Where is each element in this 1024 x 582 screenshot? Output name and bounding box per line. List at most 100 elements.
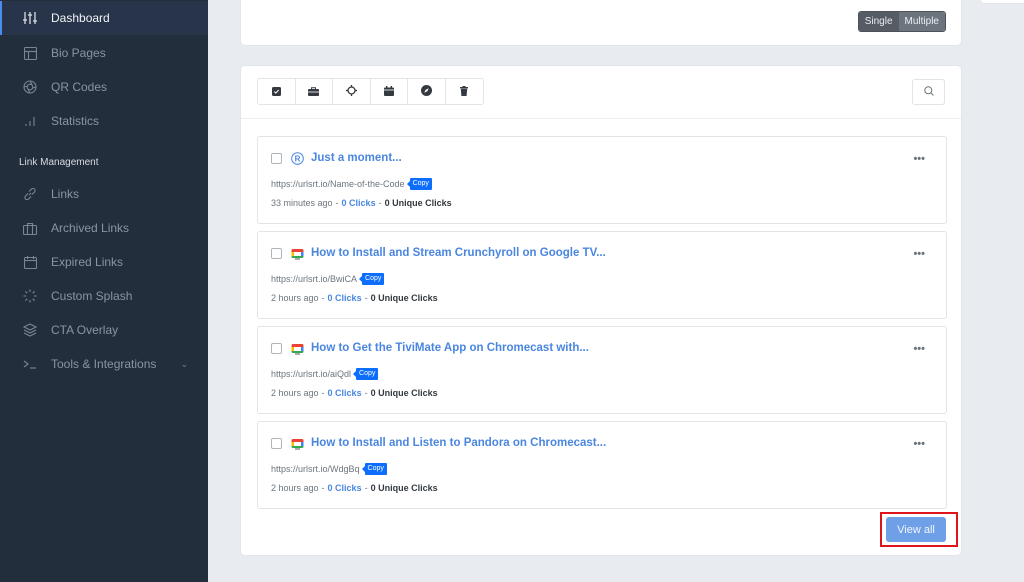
link-title[interactable]: How to Install and Listen to Pandora on … [311, 437, 606, 449]
layout-icon [22, 45, 38, 61]
link-title[interactable]: How to Install and Stream Crunchyroll on… [311, 247, 606, 259]
crosshair-icon [345, 83, 357, 101]
copy-button[interactable]: Copy [352, 368, 379, 380]
multiple-mode-button[interactable]: Multiple [898, 12, 945, 31]
unique-clicks: 0 Unique Clicks [370, 388, 438, 398]
clicks-link[interactable]: 0 Clicks [328, 293, 362, 303]
side-panel-card [980, 0, 1024, 4]
link-stats: 2 hours ago -0 Clicks -0 Unique Clicks [271, 293, 438, 303]
sidebar-item-label: Expired Links [51, 255, 124, 269]
sidebar-item-label: Statistics [51, 114, 100, 128]
link-mode-toggle: Single Multiple [857, 11, 946, 32]
more-options-icon[interactable]: ••• [913, 343, 925, 355]
sliders-icon [22, 10, 38, 26]
link-item: How to Install and Listen to Pandora on … [257, 421, 947, 509]
loader-icon [22, 288, 38, 304]
link-item: How to Get the TiviMate App on Chromecas… [257, 326, 947, 414]
link-checkbox[interactable] [271, 248, 282, 259]
link-url-row: https://urlsrt.io/WdgBq Copy [271, 463, 387, 475]
r-logo-icon: R [291, 152, 304, 165]
briefcase-icon [22, 220, 38, 236]
select-all-icon [271, 83, 281, 101]
short-url[interactable]: https://urlsrt.io/BwiCA [271, 274, 357, 284]
layers-icon [22, 322, 38, 338]
created-time: 2 hours ago [271, 293, 319, 303]
delete-button[interactable] [446, 79, 484, 104]
short-url[interactable]: https://urlsrt.io/aiQdl [271, 369, 351, 379]
unique-clicks: 0 Unique Clicks [384, 198, 452, 208]
short-url[interactable]: https://urlsrt.io/WdgBq [271, 464, 360, 474]
sidebar-item-label: Dashboard [51, 11, 110, 25]
sidebar-item-label: Archived Links [51, 221, 130, 235]
google-tv-icon [291, 247, 304, 260]
target-button[interactable] [333, 79, 371, 104]
copy-button[interactable]: Copy [406, 178, 432, 190]
link-title[interactable]: How to Get the TiviMate App on Chromecas… [311, 342, 589, 354]
terminal-icon [22, 356, 38, 372]
trash-icon [460, 83, 469, 101]
compass-icon [420, 83, 432, 101]
link-checkbox[interactable] [271, 153, 282, 164]
chevron-down-icon: ⌄ [180, 358, 188, 369]
more-options-icon[interactable]: ••• [913, 248, 925, 260]
copy-button[interactable]: Copy [358, 273, 385, 285]
sidebar-item-label: Custom Splash [51, 289, 133, 303]
link-stats: 33 minutes ago -0 Clicks -0 Unique Clicks [271, 198, 452, 208]
clicks-link[interactable]: 0 Clicks [328, 388, 362, 398]
schedule-button[interactable] [371, 79, 408, 104]
links-card: R Just a moment... https://urlsrt.io/Nam… [240, 65, 962, 556]
briefcase-icon [308, 83, 320, 101]
link-checkbox[interactable] [271, 343, 282, 354]
view-all-button[interactable]: View all [886, 517, 946, 542]
short-url[interactable]: https://urlsrt.io/Name-of-the-Code [271, 179, 405, 189]
created-time: 2 hours ago [271, 388, 319, 398]
sidebar-item-label: CTA Overlay [51, 323, 119, 337]
unique-clicks: 0 Unique Clicks [370, 483, 438, 493]
copy-button[interactable]: Copy [361, 463, 387, 475]
sidebar-item-label: Tools & Integrations [51, 357, 157, 371]
single-mode-button[interactable]: Single [858, 12, 899, 31]
created-time: 33 minutes ago [271, 198, 333, 208]
sidebar-item-dashboard[interactable]: Dashboard [0, 1, 208, 35]
view-all-highlight: View all [880, 512, 958, 547]
section-label-link-management: Link Management [19, 157, 99, 168]
sidebar-item-cta-overlay[interactable]: CTA Overlay [0, 313, 208, 347]
sidebar-item-archived-links[interactable]: Archived Links [0, 211, 208, 245]
sidebar-item-links[interactable]: Links [0, 177, 208, 211]
bulk-actions-toolbar [257, 78, 484, 105]
google-tv-icon [291, 342, 304, 355]
select-all-button[interactable] [258, 79, 296, 104]
unique-clicks: 0 Unique Clicks [370, 293, 438, 303]
sidebar-item-tools-integrations[interactable]: Tools & Integrations ⌄ [0, 347, 208, 381]
link-url-row: https://urlsrt.io/BwiCA Copy [271, 273, 385, 285]
link-url-row: https://urlsrt.io/Name-of-the-Code Copy [271, 178, 432, 190]
archive-button[interactable] [296, 79, 333, 104]
clicks-link[interactable]: 0 Clicks [328, 483, 362, 493]
sidebar-item-statistics[interactable]: Statistics [0, 104, 208, 138]
link-item: R Just a moment... https://urlsrt.io/Nam… [257, 136, 947, 224]
calendar-icon [22, 254, 38, 270]
clicks-link[interactable]: 0 Clicks [342, 198, 376, 208]
link-title[interactable]: Just a moment... [311, 152, 402, 164]
toolbar-divider [241, 118, 961, 119]
sidebar-item-custom-splash[interactable]: Custom Splash [0, 279, 208, 313]
link-url-row: https://urlsrt.io/aiQdl Copy [271, 368, 379, 380]
link-mode-card: Single Multiple [240, 0, 962, 46]
calendar-icon [383, 83, 394, 101]
sidebar: Dashboard Bio Pages QR Codes Statistics … [0, 0, 208, 582]
sidebar-item-bio-pages[interactable]: Bio Pages [0, 36, 208, 70]
search-button[interactable] [912, 79, 945, 105]
sidebar-item-qr-codes[interactable]: QR Codes [0, 70, 208, 104]
link-icon [22, 186, 38, 202]
more-options-icon[interactable]: ••• [913, 153, 925, 165]
sidebar-item-expired-links[interactable]: Expired Links [0, 245, 208, 279]
sidebar-item-label: QR Codes [51, 80, 108, 94]
sidebar-item-label: Links [51, 187, 80, 201]
sidebar-item-label: Bio Pages [51, 46, 106, 60]
aperture-icon [22, 79, 38, 95]
link-stats: 2 hours ago -0 Clicks -0 Unique Clicks [271, 388, 438, 398]
link-checkbox[interactable] [271, 438, 282, 449]
compass-button[interactable] [408, 79, 446, 104]
more-options-icon[interactable]: ••• [913, 438, 925, 450]
bar-chart-icon [22, 113, 38, 129]
